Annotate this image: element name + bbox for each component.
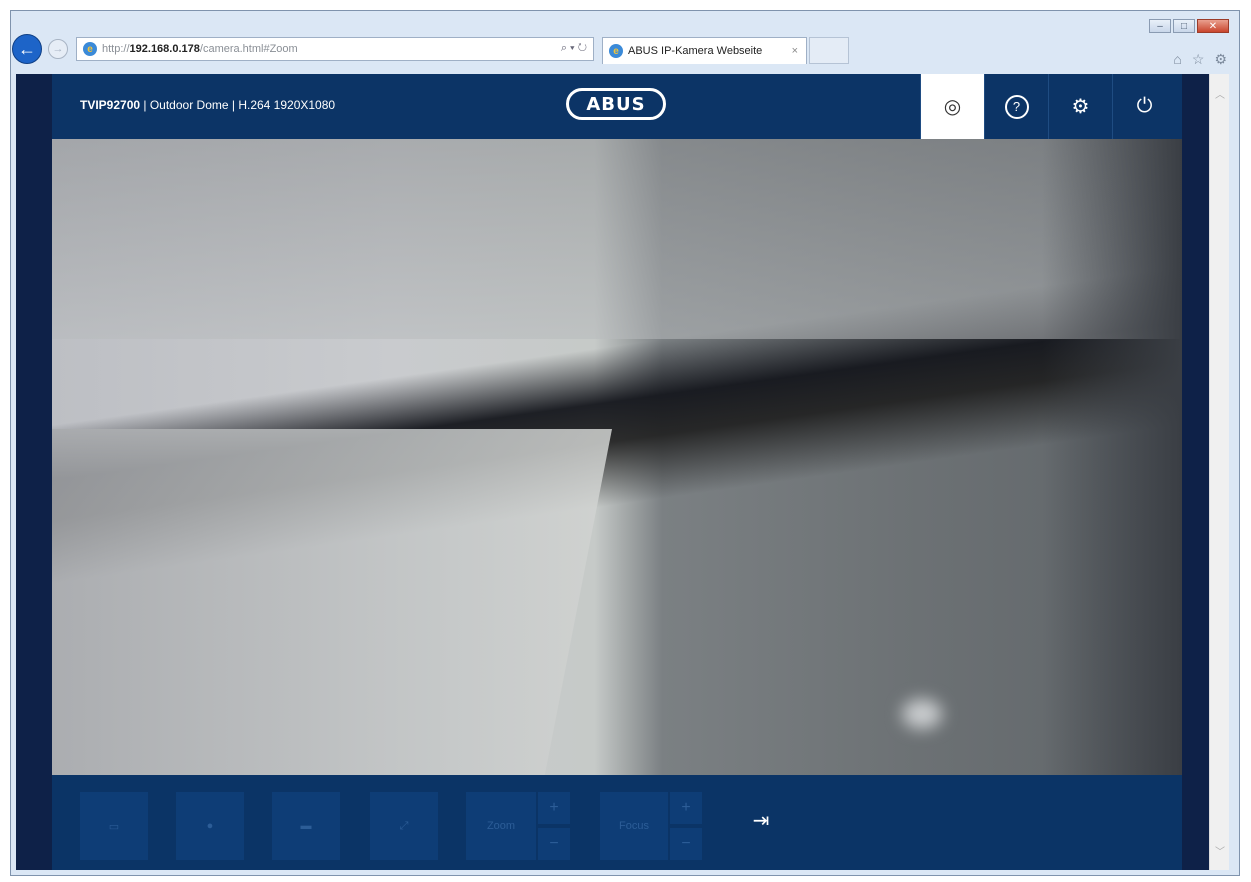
favorites-icon[interactable]: ☆ bbox=[1192, 51, 1205, 68]
minus-icon: − bbox=[681, 835, 691, 852]
settings-button[interactable]: ⚙ bbox=[1048, 74, 1112, 139]
address-tools-icons[interactable]: ⌕ ▾ ↻ bbox=[561, 42, 587, 55]
page-viewport: TVIP92700 | Outdoor Dome | H.264 1920X10… bbox=[16, 74, 1229, 870]
live-video[interactable] bbox=[52, 139, 1182, 775]
screen-icon: ▬ bbox=[300, 820, 312, 832]
expand-icon: ⤢ bbox=[399, 819, 409, 832]
browser-nav-row: ← → e http://192.168.0.178/camera.html#Z… bbox=[12, 34, 1162, 64]
video-shade-top bbox=[52, 139, 1182, 339]
camera-app: TVIP92700 | Outdoor Dome | H.264 1920X10… bbox=[52, 74, 1182, 870]
zoom-out-button[interactable]: − bbox=[538, 828, 570, 860]
camera-lens-icon: ◎ bbox=[943, 96, 962, 118]
record-button[interactable]: ● bbox=[176, 792, 244, 860]
focus-label: Focus bbox=[619, 820, 649, 832]
control-bar: ▭ ● ▬ ⤢ Zoom + − Focus + − ⇥ bbox=[52, 775, 1182, 870]
ie-icon: e bbox=[83, 42, 97, 56]
power-icon: ⏻ bbox=[1136, 95, 1153, 117]
help-icon: ? bbox=[1004, 94, 1029, 119]
address-bar[interactable]: e http://192.168.0.178/camera.html#Zoom … bbox=[76, 37, 594, 61]
gears-icon: ⚙ bbox=[1071, 96, 1090, 118]
focus-minus-button[interactable]: − bbox=[670, 828, 702, 860]
zoom-label: Zoom bbox=[486, 820, 516, 832]
zoom-fit-button[interactable]: ⤢ bbox=[370, 792, 438, 860]
browser-tab[interactable]: e ABUS IP-Kamera Webseite × bbox=[602, 37, 807, 64]
url-path: /camera.html#Zoom bbox=[199, 43, 298, 55]
minus-icon: − bbox=[549, 835, 559, 852]
zoom-control: Zoom bbox=[466, 792, 536, 860]
app-header: TVIP92700 | Outdoor Dome | H.264 1920X10… bbox=[52, 74, 1182, 139]
fullscreen-button[interactable]: ▬ bbox=[272, 792, 340, 860]
scroll-up-icon[interactable]: ︿ bbox=[1215, 86, 1225, 101]
tab-title: ABUS IP-Kamera Webseite bbox=[628, 45, 763, 57]
back-button[interactable]: ← bbox=[12, 34, 42, 64]
minimize-button[interactable]: – bbox=[1149, 19, 1171, 33]
new-tab-button[interactable] bbox=[809, 37, 849, 64]
video-highlight bbox=[902, 699, 942, 729]
camera-info: | Outdoor Dome | H.264 1920X1080 bbox=[140, 98, 336, 112]
gear-icon[interactable]: ⚙ bbox=[1214, 51, 1227, 68]
page-scrollbar[interactable]: ︿ ﹀ bbox=[1209, 74, 1229, 870]
help-button[interactable]: ? bbox=[984, 74, 1048, 139]
focus-control: Focus bbox=[600, 792, 668, 860]
browser-toolbar-icons: ⌂ ☆ ⚙ bbox=[1173, 51, 1227, 68]
url-host: 192.168.0.178 bbox=[129, 43, 200, 55]
window-controls: – □ ✕ bbox=[1149, 19, 1229, 33]
logout-button[interactable]: ⏻ bbox=[1112, 74, 1176, 139]
focus-plus-button[interactable]: + bbox=[670, 792, 702, 824]
arrow-left-icon: ← bbox=[18, 38, 36, 59]
close-window-button[interactable]: ✕ bbox=[1197, 19, 1229, 33]
scroll-down-icon[interactable]: ﹀ bbox=[1215, 843, 1225, 858]
camera-model: TVIP92700 bbox=[80, 98, 141, 112]
url-prefix: http:// bbox=[102, 43, 130, 55]
record-icon: ● bbox=[206, 820, 214, 832]
video-shade-right bbox=[1042, 139, 1182, 775]
maximize-button[interactable]: □ bbox=[1173, 19, 1195, 33]
plus-icon: + bbox=[549, 799, 559, 816]
tab-close-icon[interactable]: × bbox=[792, 45, 798, 57]
snapshot-button[interactable]: ▭ bbox=[80, 792, 148, 860]
abus-logo: ABUS bbox=[566, 88, 666, 120]
exit-icon: ⇥ bbox=[752, 809, 770, 832]
ie-icon: e bbox=[609, 44, 623, 58]
arrow-right-icon: → bbox=[52, 43, 64, 55]
exit-zoom-button[interactable]: ⇥ bbox=[748, 809, 774, 832]
camera-icon: ▭ bbox=[108, 820, 120, 833]
live-view-button[interactable]: ◎ bbox=[920, 74, 984, 139]
camera-title: TVIP92700 | Outdoor Dome | H.264 1920X10… bbox=[80, 98, 335, 112]
home-icon[interactable]: ⌂ bbox=[1173, 51, 1181, 68]
forward-button[interactable]: → bbox=[48, 39, 68, 59]
video-surface bbox=[52, 429, 612, 775]
plus-icon: + bbox=[681, 799, 691, 816]
zoom-in-button[interactable]: + bbox=[538, 792, 570, 824]
